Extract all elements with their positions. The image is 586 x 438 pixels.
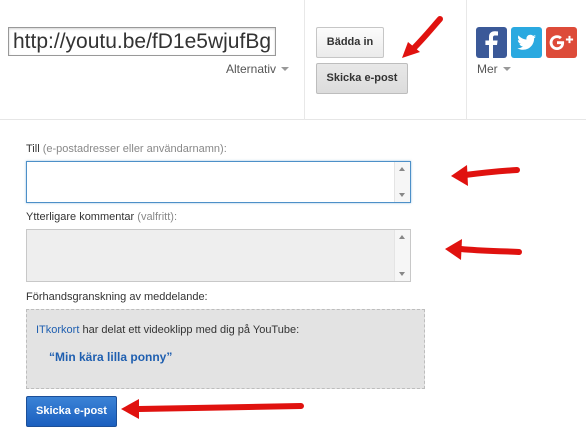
comment-field[interactable]	[26, 229, 411, 282]
scroll-up-icon[interactable]	[399, 167, 405, 171]
scroll-down-icon[interactable]	[399, 193, 405, 197]
share-url-field[interactable]: http://youtu.be/fD1e5wjufBg	[8, 27, 276, 56]
to-input[interactable]	[27, 162, 394, 202]
more-label: Mer	[477, 62, 498, 76]
red-arrow-icon	[402, 16, 443, 58]
comment-scrollbar[interactable]	[394, 230, 410, 281]
send-email-button[interactable]: Skicka e-post	[26, 396, 117, 427]
comment-input[interactable]	[27, 230, 394, 281]
preview-text: ITkorkort har delat ett videoklipp med d…	[36, 324, 300, 336]
caret-down-icon	[281, 66, 290, 71]
options-label: Alternativ	[226, 62, 277, 76]
embed-button[interactable]: Bädda in	[316, 27, 384, 58]
comment-label: Ytterligare kommentar (valfritt):	[26, 211, 178, 223]
facebook-icon[interactable]	[476, 27, 507, 58]
video-title-link[interactable]: “Min kära lilla ponny”	[49, 350, 172, 364]
share-toolbar: http://youtu.be/fD1e5wjufBg Alternativ B…	[0, 0, 586, 120]
red-arrow-icon	[445, 239, 522, 260]
red-arrow-icon	[451, 165, 520, 186]
preview-label: Förhandsgranskning av meddelande:	[26, 291, 208, 303]
google-plus-icon[interactable]	[546, 27, 577, 58]
twitter-icon[interactable]	[511, 27, 542, 58]
more-dropdown[interactable]: Mer	[477, 62, 511, 76]
message-preview: ITkorkort har delat ett videoklipp med d…	[26, 309, 425, 389]
caret-down-icon	[502, 66, 511, 71]
to-label: Till (e-postadresser eller användarnamn)…	[26, 143, 227, 155]
to-field[interactable]	[26, 161, 411, 203]
email-tab-button[interactable]: Skicka e-post	[316, 63, 408, 94]
scroll-down-icon[interactable]	[399, 272, 405, 276]
options-dropdown[interactable]: Alternativ	[226, 62, 290, 76]
scroll-up-icon[interactable]	[399, 235, 405, 239]
preview-user-link[interactable]: ITkorkort	[36, 324, 79, 336]
red-arrow-icon	[121, 399, 304, 419]
divider	[466, 0, 467, 120]
to-scrollbar[interactable]	[394, 162, 410, 202]
divider	[304, 0, 305, 120]
